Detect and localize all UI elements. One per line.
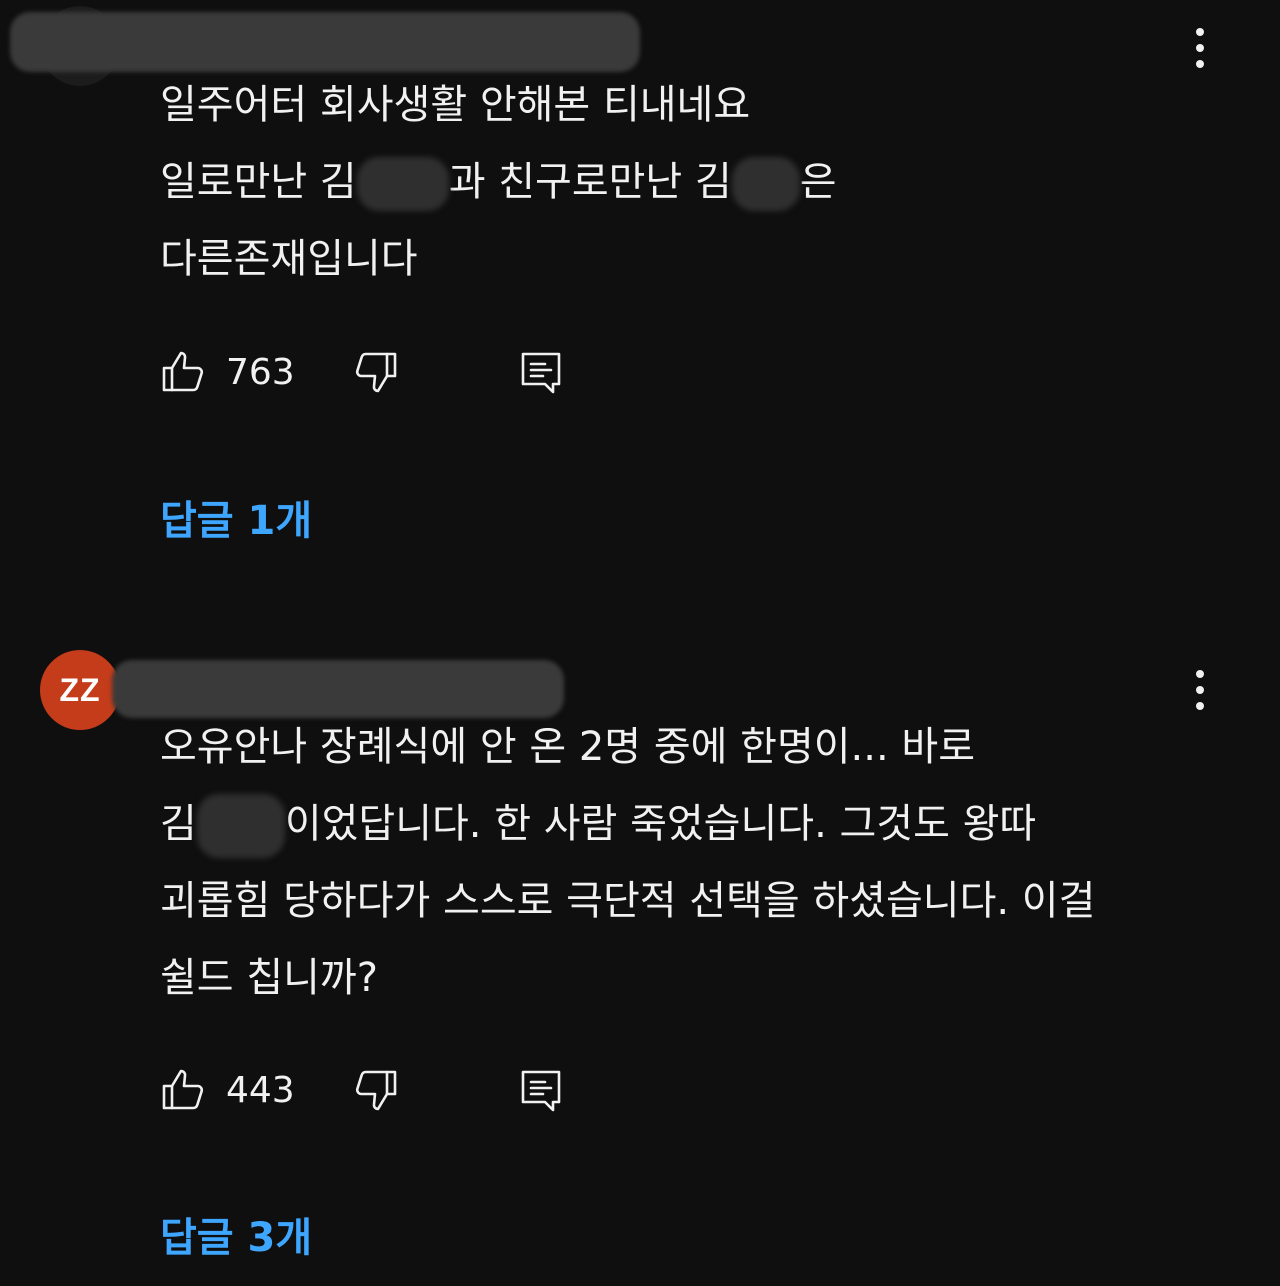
- name-redaction: [356, 157, 449, 211]
- comment-text: 오유안나 장례식에 안 온 2명 중에 한명이... 바로 김 이었답니다. 한 …: [160, 709, 1210, 1017]
- reply-button[interactable]: [517, 1066, 565, 1114]
- comment-line: 오유안나 장례식에 안 온 2명 중에 한명이... 바로: [160, 724, 975, 770]
- dislike-button[interactable]: [351, 348, 399, 396]
- comment-text: 일주어터 회사생활 안해본 티내네요 일로만난 김과 친구로만난 김은 다른존재…: [160, 67, 1210, 298]
- reply-icon: [521, 1070, 561, 1112]
- comment-line: 김 이었답니다. 한 사람 죽었습니다. 그것도 왕따: [160, 786, 1210, 863]
- avatar[interactable]: ZZ: [40, 650, 120, 730]
- thumbs-down-icon: [355, 1070, 397, 1111]
- comment-actions: 443: [160, 1060, 565, 1120]
- comment-line: 일로만난 김과 친구로만난 김은: [160, 144, 1210, 221]
- replies-toggle[interactable]: 답글 1개: [160, 488, 312, 546]
- thumbs-up-icon: [162, 351, 204, 392]
- name-redaction: [731, 157, 800, 211]
- more-vert-icon: [1196, 28, 1204, 36]
- dislike-button[interactable]: [351, 1066, 399, 1114]
- reply-icon: [521, 352, 561, 394]
- replies-toggle[interactable]: 답글 3개: [160, 1205, 312, 1263]
- comment-line: 괴롭힘 당하다가 스스로 극단적 선택을 하셨습니다. 이걸: [160, 878, 1096, 924]
- name-redaction: [196, 794, 285, 858]
- reply-button[interactable]: [517, 348, 565, 396]
- like-count: 763: [226, 351, 295, 393]
- like-button[interactable]: 443: [160, 1066, 295, 1114]
- author-name-redacted: [10, 12, 640, 72]
- thumbs-up-icon: [162, 1069, 204, 1110]
- more-vert-icon: [1196, 670, 1204, 678]
- thumbs-down-icon: [355, 352, 397, 393]
- comment-actions: 763: [160, 342, 565, 402]
- comment-line: 일주어터 회사생활 안해본 티내네요: [160, 82, 751, 128]
- comment-line: 쉴드 칩니까?: [160, 955, 378, 1001]
- comment-line: 다른존재입니다: [160, 236, 418, 282]
- like-button[interactable]: 763: [160, 348, 295, 396]
- like-count: 443: [226, 1069, 295, 1111]
